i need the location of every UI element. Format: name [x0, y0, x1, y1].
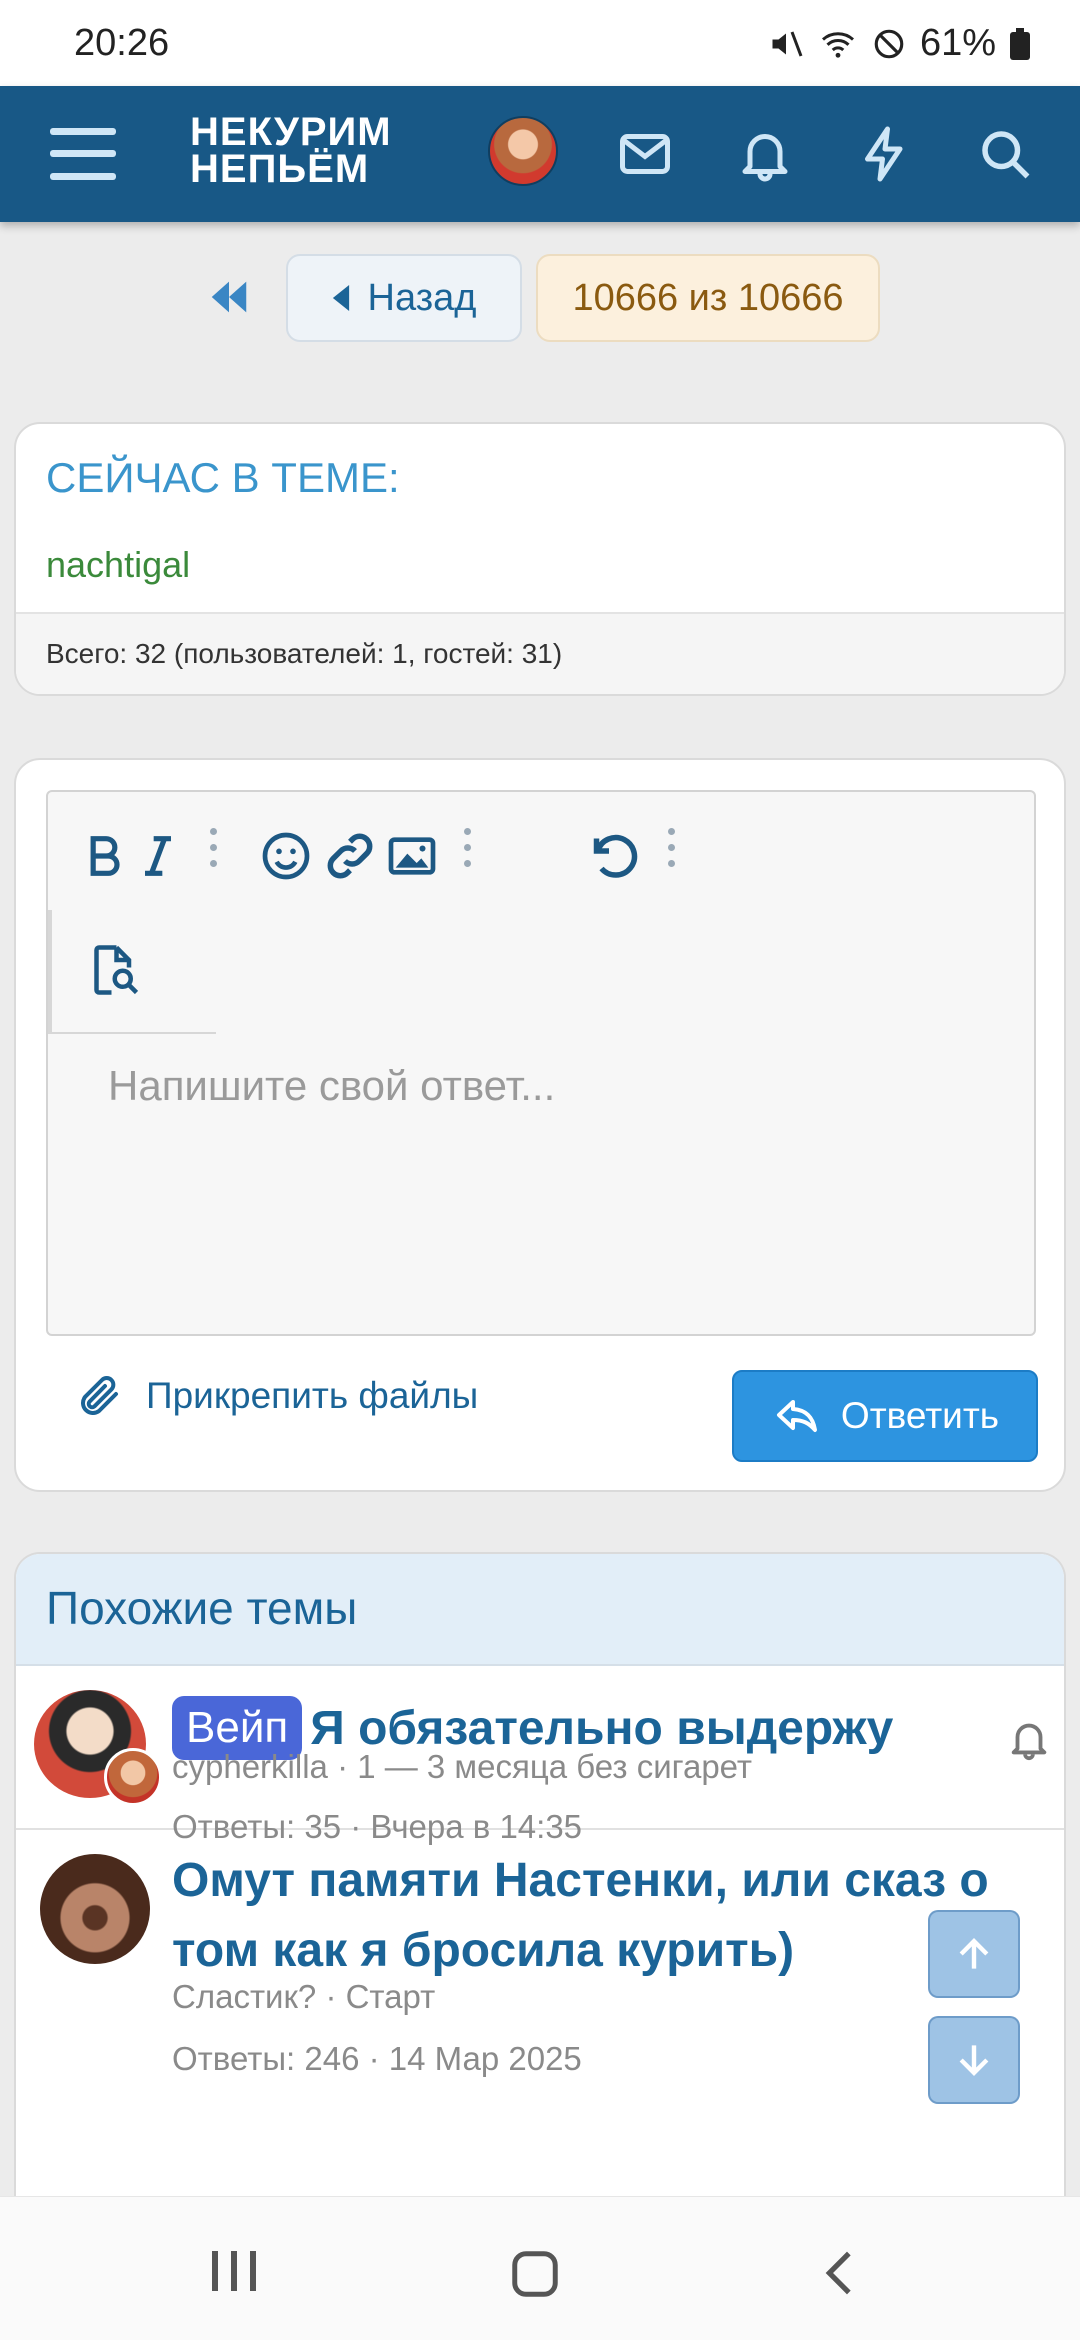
online-user-link[interactable]: nachtigal — [46, 544, 190, 586]
more-insert-icon[interactable] — [464, 828, 472, 868]
battery-icon — [1010, 27, 1030, 60]
preview-icon[interactable] — [84, 940, 144, 1000]
image-icon[interactable] — [384, 828, 440, 884]
thread-title-link[interactable]: Омут памяти Настенки, или сказ о том как… — [172, 1846, 989, 1986]
undo-icon[interactable] — [584, 826, 644, 886]
more-format-icon[interactable] — [210, 828, 218, 868]
wifi-icon — [821, 31, 854, 58]
online-now-card: СЕЙЧАС В ТЕМЕ: nachtigal Всего: 32 (поль… — [14, 422, 1066, 696]
reply-icon — [776, 1400, 817, 1432]
back-label: Назад — [367, 276, 477, 319]
attach-files-link[interactable]: Прикрепить файлы — [76, 1372, 478, 1420]
page-count-button[interactable]: 10666 из 10666 — [536, 254, 880, 342]
site-logo[interactable]: НЕКУРИМ НЕПЬЁМ — [190, 110, 392, 191]
caret-left-icon — [332, 285, 349, 311]
home-icon[interactable] — [508, 2247, 562, 2301]
toolbar-row2 — [48, 910, 216, 1034]
back-nav-icon[interactable] — [818, 2247, 858, 2299]
system-nav-bar — [0, 2196, 1080, 2340]
logo-line1: НЕКУРИМ — [190, 110, 392, 154]
mute-icon — [772, 30, 803, 57]
paperclip-icon — [81, 1376, 118, 1415]
thread-author-avatar[interactable] — [40, 1854, 150, 1964]
scroll-down-button[interactable] — [928, 2016, 1020, 2104]
lightning-icon[interactable] — [855, 124, 915, 184]
dnd-icon — [874, 29, 904, 58]
thread-stats: Ответы: 246 · 14 Мар 2025 — [172, 2040, 582, 2077]
bell-icon[interactable] — [735, 124, 795, 184]
submit-reply-label: Ответить — [840, 1395, 1000, 1436]
online-heading: СЕЙЧАС В ТЕМЕ: — [46, 454, 400, 501]
italic-icon[interactable] — [132, 830, 184, 882]
mail-icon[interactable] — [615, 124, 675, 184]
watch-bell-icon[interactable] — [1006, 1716, 1052, 1762]
emoji-icon[interactable] — [258, 828, 314, 884]
back-button[interactable]: Назад — [286, 254, 522, 342]
arrow-up-icon — [959, 1938, 989, 1969]
user-avatar[interactable] — [488, 116, 558, 186]
more-options-icon[interactable] — [668, 828, 676, 868]
reply-editor: Напишите свой ответ... — [46, 790, 1036, 1336]
scroll-up-button[interactable] — [928, 1910, 1020, 1998]
battery-percent: 61% — [919, 22, 996, 64]
submit-reply-button[interactable]: Ответить — [732, 1370, 1038, 1462]
thread-title-line2: том как я бросила курить) — [172, 1924, 795, 1977]
online-total: Всего: 32 (пользователей: 1, гостей: 31) — [16, 612, 1064, 694]
arrow-down-icon — [959, 2045, 989, 2076]
attach-label: Прикрепить файлы — [146, 1375, 479, 1416]
similar-threads-title: Похожие темы — [16, 1554, 1064, 1666]
thread-author-line: cypherkilla · 1 — 3 месяца без сигарет — [172, 1748, 753, 1785]
status-time: 20:26 — [74, 22, 170, 64]
link-icon[interactable] — [320, 826, 380, 886]
bold-icon[interactable] — [78, 830, 130, 882]
thread-item[interactable]: Вейп Я обязательно выдержу cypherkilla · … — [16, 1666, 1064, 1845]
reply-card: Напишите свой ответ... Прикрепить файлы … — [14, 758, 1066, 1492]
status-bar: 20:26 61% — [0, 0, 1080, 86]
first-page-icon[interactable] — [206, 274, 252, 320]
pagination: Назад 10666 из 10666 — [0, 254, 1080, 342]
app-header: НЕКУРИМ НЕПЬЁМ — [0, 86, 1080, 222]
search-icon[interactable] — [975, 124, 1035, 184]
reply-input[interactable]: Напишите свой ответ... — [108, 1062, 555, 1110]
menu-icon[interactable] — [50, 124, 116, 184]
logo-line2: НЕПЬЁМ — [190, 147, 370, 191]
thread-author-line: Сластик? · Старт — [172, 1978, 436, 2015]
recent-apps-icon[interactable] — [206, 2247, 262, 2295]
status-icons: 61% — [768, 22, 1030, 65]
last-poster-avatar[interactable] — [104, 1748, 162, 1806]
thread-title-line1: Омут памяти Настенки, или сказ о — [172, 1854, 989, 1907]
thread-item[interactable]: Омут памяти Настенки, или сказ о том как… — [16, 1832, 1064, 2232]
